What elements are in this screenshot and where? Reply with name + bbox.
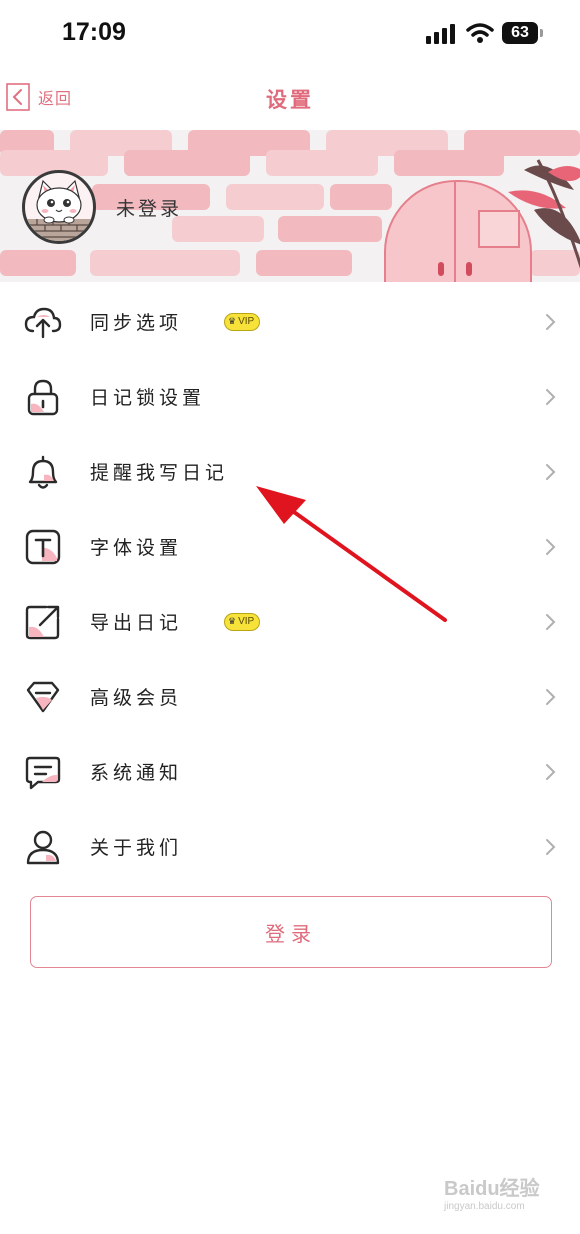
profile-banner: 未登录 [0, 130, 580, 282]
bell-icon [28, 455, 58, 489]
wifi-icon [466, 23, 494, 43]
menu-label: 高级会员 [90, 687, 183, 709]
login-button[interactable]: 登录 [30, 896, 552, 968]
menu-item-font[interactable]: 字体设置 [0, 509, 580, 584]
menu-label: 关于我们 [90, 837, 183, 859]
chevron-right-icon [546, 388, 556, 405]
wall-brick [124, 150, 250, 176]
user-icon [26, 830, 60, 864]
menu-item-sync[interactable]: 同步选项 ♛ VIP [0, 284, 580, 359]
lock-icon [27, 379, 59, 415]
menu-label: 同步选项 [90, 312, 183, 334]
watermark: Baidu经验 jingyan.baidu.com [444, 1172, 554, 1220]
wall-brick [226, 184, 324, 210]
chevron-right-icon [546, 538, 556, 555]
door-knob [438, 262, 444, 276]
battery-tip [540, 29, 543, 37]
cloud-upload-icon [24, 307, 62, 338]
menu-label: 系统通知 [90, 762, 183, 784]
wall-brick [172, 216, 264, 242]
crown-icon: ♛ [228, 616, 237, 626]
chevron-right-icon [546, 838, 556, 855]
wall-brick [90, 250, 240, 276]
cellular-signal-icon [426, 24, 455, 44]
vip-text: VIP [238, 616, 255, 627]
export-icon [25, 605, 60, 639]
door-divider [454, 182, 456, 282]
menu-item-about[interactable]: 关于我们 [0, 809, 580, 884]
settings-menu: 同步选项 ♛ VIP 日记锁设置 提醒我写日记 字体设置 导出日记 ♛ VIP … [0, 284, 580, 884]
vip-badge: ♛ VIP [224, 312, 261, 331]
message-icon [25, 756, 61, 789]
page-title: 设置 [266, 88, 314, 112]
status-time: 17:09 [62, 18, 126, 46]
login-status[interactable]: 未登录 [116, 194, 182, 221]
menu-item-reminder[interactable]: 提醒我写日记 [0, 434, 580, 509]
wall-brick [394, 150, 504, 176]
menu-item-export[interactable]: 导出日记 ♛ VIP [0, 584, 580, 659]
watermark-url: jingyan.baidu.com [444, 1201, 525, 1212]
menu-label: 提醒我写日记 [90, 462, 229, 484]
wall-brick [266, 150, 378, 176]
status-bar: 17:09 63 [0, 0, 580, 66]
battery-indicator: 63 [502, 22, 538, 44]
wall-brick [0, 250, 76, 276]
wall-brick [278, 216, 382, 242]
menu-label: 日记锁设置 [90, 387, 206, 409]
menu-item-notifications[interactable]: 系统通知 [0, 734, 580, 809]
menu-label: 导出日记 [90, 612, 183, 634]
crown-icon: ♛ [228, 316, 237, 326]
vip-text: VIP [238, 316, 255, 327]
chevron-right-icon [546, 313, 556, 330]
menu-label: 字体设置 [90, 537, 183, 559]
cat-avatar-icon [25, 179, 93, 241]
watermark-brand: Baidu经验 [444, 1178, 540, 1200]
door-knob [466, 262, 472, 276]
chevron-right-icon [546, 688, 556, 705]
menu-item-premium[interactable]: 高级会员 [0, 659, 580, 734]
nav-bar: 返回 设置 [0, 66, 580, 130]
menu-item-diary-lock[interactable]: 日记锁设置 [0, 359, 580, 434]
font-icon [25, 529, 61, 564]
diamond-icon [26, 681, 60, 712]
vip-badge: ♛ VIP [224, 612, 261, 631]
chevron-right-icon [546, 613, 556, 630]
chevron-right-icon [546, 763, 556, 780]
chevron-right-icon [546, 463, 556, 480]
avatar[interactable] [22, 170, 96, 244]
wall-brick [330, 184, 392, 210]
wall-brick [256, 250, 352, 276]
plant-illustration [508, 159, 580, 269]
